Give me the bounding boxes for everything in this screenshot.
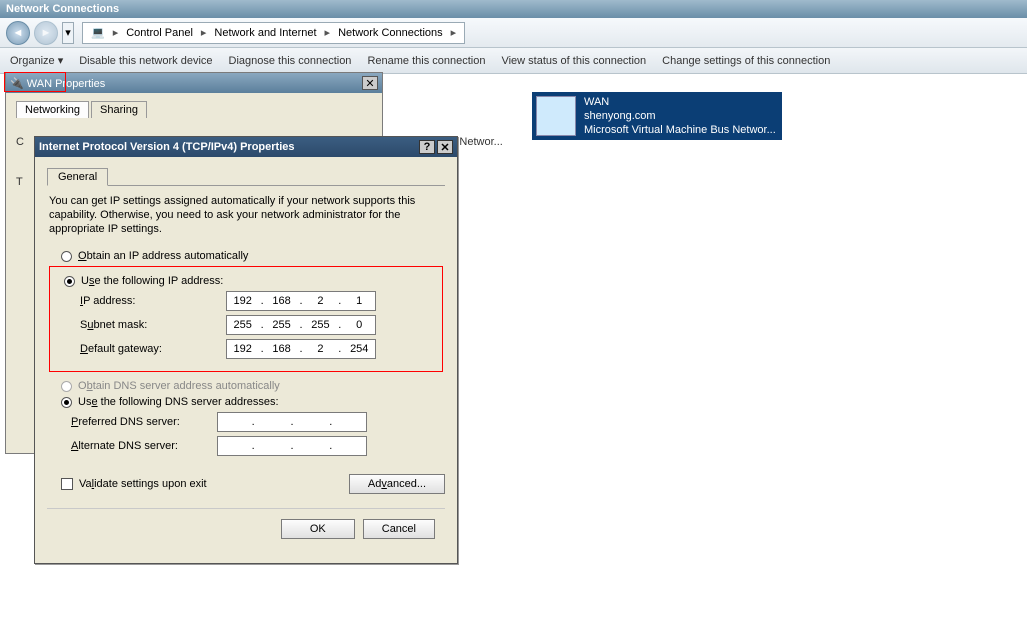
advanced-button[interactable]: Advanced... (349, 474, 445, 494)
radio-icon (64, 276, 75, 287)
default-gateway-label: Default gateway: (80, 343, 226, 355)
breadcrumb-icon: 💻 (87, 26, 109, 39)
breadcrumb-item[interactable]: Control Panel (122, 27, 197, 39)
connection-domain: shenyong.com (584, 109, 776, 123)
connection-name: WAN (584, 95, 776, 109)
disable-device-button[interactable]: Disable this network device (79, 55, 212, 67)
window-title: Network Connections (6, 3, 119, 15)
ipv4-titlebar[interactable]: Internet Protocol Version 4 (TCP/IPv4) P… (35, 137, 457, 157)
ipv4-tabs: General (47, 167, 445, 186)
alternate-dns-input[interactable]: . . . (217, 436, 367, 456)
connection-text: WAN shenyong.com Microsoft Virtual Machi… (584, 95, 776, 137)
close-button[interactable]: ✕ (362, 76, 378, 90)
chevron-icon[interactable]: ▸ (109, 26, 123, 39)
radio-label: Use the following DNS server addresses: (78, 396, 279, 408)
view-status-button[interactable]: View status of this connection (501, 55, 646, 67)
radio-icon (61, 381, 72, 392)
preferred-dns-input[interactable]: . . . (217, 412, 367, 432)
window-titlebar: Network Connections (0, 0, 1027, 18)
radio-use-following-ip[interactable]: Use the following IP address: (64, 275, 436, 287)
breadcrumb[interactable]: 💻 ▸ Control Panel ▸ Network and Internet… (82, 22, 465, 44)
change-settings-button[interactable]: Change settings of this connection (662, 55, 830, 67)
ipv4-properties-dialog: Internet Protocol Version 4 (TCP/IPv4) P… (34, 136, 458, 564)
command-bar: Organize ▾ Disable this network device D… (0, 48, 1027, 74)
connection-item-wan[interactable]: WAN shenyong.com Microsoft Virtual Machi… (532, 92, 782, 140)
diagnose-button[interactable]: Diagnose this connection (229, 55, 352, 67)
chevron-icon[interactable]: ▸ (447, 26, 461, 39)
radio-use-following-dns[interactable]: Use the following DNS server addresses: (61, 396, 445, 408)
validate-settings-checkbox[interactable]: Validate settings upon exit (61, 478, 207, 490)
radio-icon (61, 397, 72, 408)
radio-obtain-dns-auto: Obtain DNS server address automatically (61, 380, 445, 392)
ipv4-title: Internet Protocol Version 4 (TCP/IPv4) P… (39, 141, 295, 153)
radio-obtain-ip-auto[interactable]: Obtain an IP address automatically (61, 250, 445, 262)
tab-sharing[interactable]: Sharing (91, 101, 147, 118)
checkbox-label: Validate settings upon exit (79, 478, 207, 490)
tab-networking[interactable]: Networking (16, 101, 89, 118)
static-ip-group: Use the following IP address: IP address… (49, 266, 443, 372)
highlight-box (4, 72, 66, 92)
subnet-mask-label: Subnet mask: (80, 319, 226, 331)
chevron-icon[interactable]: ▸ (321, 26, 335, 39)
radio-icon (61, 251, 72, 262)
radio-label: Use the following IP address: (81, 275, 223, 287)
alternate-dns-label: Alternate DNS server: (71, 440, 217, 452)
rename-button[interactable]: Rename this connection (367, 55, 485, 67)
chevron-icon[interactable]: ▸ (197, 26, 211, 39)
subnet-mask-input[interactable]: 255.255.255.0 (226, 315, 376, 335)
preferred-dns-label: Preferred DNS server: (71, 416, 217, 428)
cancel-button[interactable]: Cancel (363, 519, 435, 539)
breadcrumb-item[interactable]: Network Connections (334, 27, 447, 39)
default-gateway-input[interactable]: 192.168.2.254 (226, 339, 376, 359)
ip-address-input[interactable]: 192.168.2.1 (226, 291, 376, 311)
forward-button[interactable]: ► (34, 21, 58, 45)
network-adapter-icon (536, 96, 576, 136)
connection-device: Microsoft Virtual Machine Bus Networ... (584, 123, 776, 137)
ok-button[interactable]: OK (281, 519, 355, 539)
tab-general[interactable]: General (47, 168, 108, 186)
radio-label: Obtain DNS server address automatically (78, 380, 280, 392)
checkbox-icon (61, 478, 73, 490)
help-button[interactable]: ? (419, 140, 435, 154)
breadcrumb-item[interactable]: Network and Internet (210, 27, 320, 39)
ip-address-label: IP address: (80, 295, 226, 307)
ipv4-description: You can get IP settings assigned automat… (49, 194, 443, 236)
back-button[interactable]: ◄ (6, 21, 30, 45)
navigation-bar: ◄ ► ▾ 💻 ▸ Control Panel ▸ Network and In… (0, 18, 1027, 48)
close-button[interactable]: ✕ (437, 140, 453, 154)
wan-tabs: Networking Sharing (16, 101, 372, 118)
radio-label: Obtain an IP address automatically (78, 250, 248, 262)
history-dropdown[interactable]: ▾ (62, 22, 74, 44)
organize-menu[interactable]: Organize ▾ (10, 54, 63, 67)
